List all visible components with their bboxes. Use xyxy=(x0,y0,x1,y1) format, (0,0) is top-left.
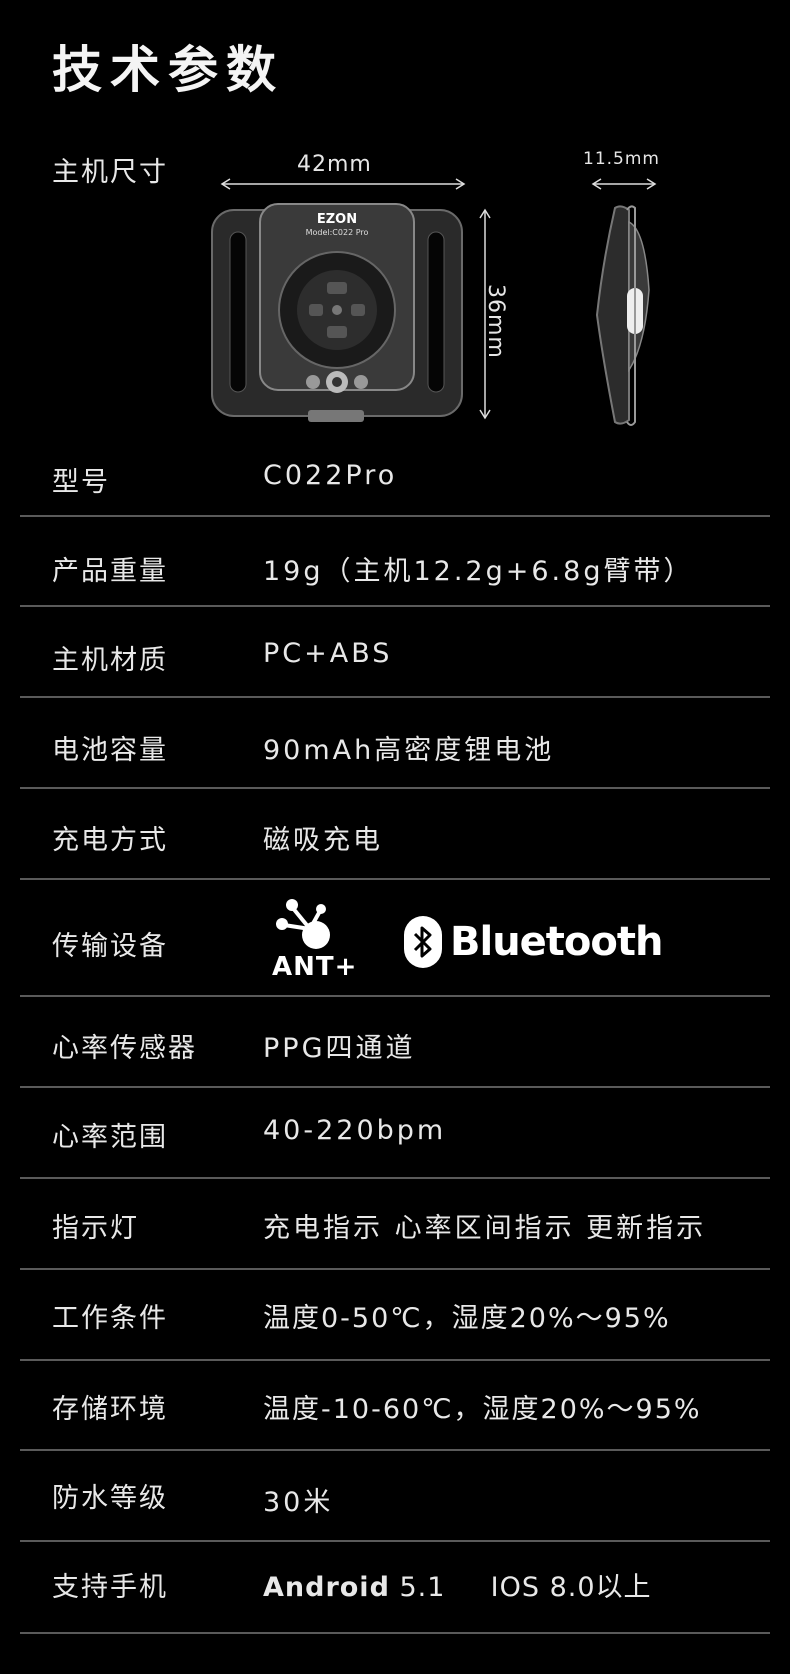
row-divider xyxy=(20,1632,770,1634)
spec-value-charging: 磁吸充电 xyxy=(263,825,383,856)
android-label: Android xyxy=(263,1572,390,1603)
model-text: Model:C022 Pro xyxy=(305,228,369,237)
spec-label-hr-sensor: 心率传感器 xyxy=(52,1033,197,1064)
row-divider xyxy=(20,515,770,517)
spec-value-hr-range: 40-220bpm xyxy=(263,1115,447,1146)
row-divider xyxy=(20,878,770,880)
row-divider xyxy=(20,1449,770,1451)
bluetooth-logo: Bluetooth xyxy=(404,912,663,972)
spec-label-indicator: 指示灯 xyxy=(52,1213,139,1244)
device-side-diagram xyxy=(585,170,675,430)
ant-plus-logo: ANT+ xyxy=(272,897,372,987)
spec-label-charging: 充电方式 xyxy=(52,825,168,856)
row-divider xyxy=(20,1359,770,1361)
row-divider xyxy=(20,1268,770,1270)
spec-value-hr-sensor: PPG四通道 xyxy=(263,1033,416,1064)
row-divider xyxy=(20,1086,770,1088)
spec-value-operating: 温度0-50℃，湿度20%～95% xyxy=(263,1303,671,1334)
row-divider xyxy=(20,605,770,607)
row-divider xyxy=(20,787,770,789)
bluetooth-logo-icon xyxy=(404,916,442,968)
spec-value-weight: 19g（主机12.2g+6.8g臂带） xyxy=(263,556,694,587)
spec-label-storage: 存储环境 xyxy=(52,1394,168,1425)
spec-label-hr-range: 心率范围 xyxy=(52,1122,168,1153)
spec-value-phone: Android 5.1 IOS 8.0以上 xyxy=(263,1565,652,1604)
spec-value-battery: 90mAh高密度锂电池 xyxy=(263,735,555,766)
spec-label-battery: 电池容量 xyxy=(52,735,168,766)
spec-value-waterproof: 30米 xyxy=(263,1487,334,1518)
ios-label: IOS xyxy=(490,1572,540,1603)
device-front-diagram: EZON Model:C022 Pro xyxy=(210,160,500,430)
depth-dimension: 11.5mm xyxy=(583,149,660,169)
android-version: 5.1 xyxy=(399,1572,446,1603)
page-title: 技术参数 xyxy=(52,41,284,99)
row-divider xyxy=(20,995,770,997)
spec-label-material: 主机材质 xyxy=(52,645,168,676)
spec-label-transmission: 传输设备 xyxy=(52,931,168,962)
spec-value-model: C022Pro xyxy=(263,460,398,491)
spec-label-operating: 工作条件 xyxy=(52,1303,168,1334)
row-divider xyxy=(20,696,770,698)
ios-version: 8.0以上 xyxy=(549,1572,652,1603)
spec-label-size: 主机尺寸 xyxy=(52,157,168,188)
spec-value-indicator: 充电指示 心率区间指示 更新指示 xyxy=(263,1213,707,1244)
row-divider xyxy=(20,1177,770,1179)
bluetooth-label: Bluetooth xyxy=(450,919,663,965)
height-dimension: 36mm xyxy=(483,284,508,359)
ant-plus-label: ANT+ xyxy=(272,952,358,982)
spec-label-waterproof: 防水等级 xyxy=(52,1483,168,1514)
ant-plus-logo-icon xyxy=(276,899,330,949)
spec-value-storage: 温度-10-60℃，湿度20%～95% xyxy=(263,1394,702,1425)
row-divider xyxy=(20,1540,770,1542)
width-dimension: 42mm xyxy=(297,152,372,177)
spec-label-phone: 支持手机 xyxy=(52,1572,168,1603)
spec-value-material: PC+ABS xyxy=(263,638,393,669)
brand-logo: EZON xyxy=(316,212,358,227)
spec-label-model: 型号 xyxy=(52,467,110,498)
spec-label-weight: 产品重量 xyxy=(52,556,168,587)
